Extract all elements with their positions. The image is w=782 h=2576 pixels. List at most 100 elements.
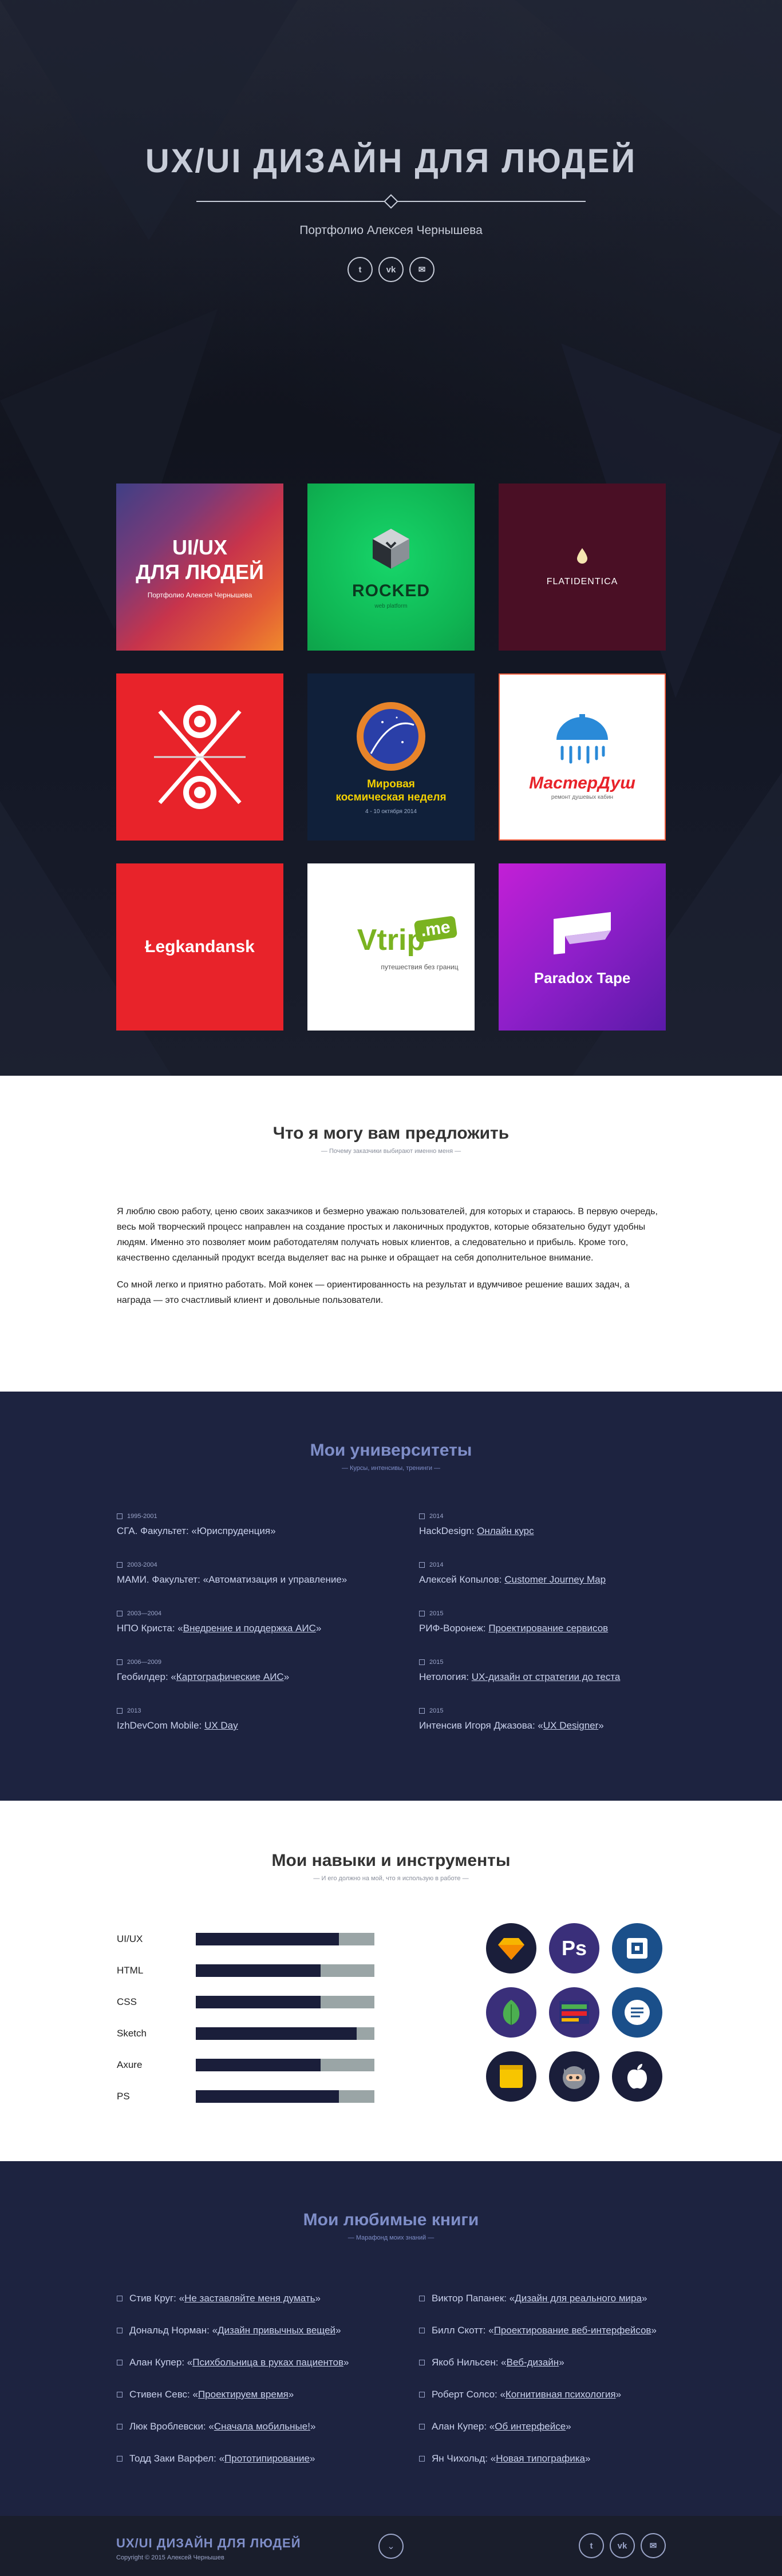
portfolio-item-vtrip[interactable]: Vtrip .me путешествия без границ: [307, 863, 475, 1031]
tile-title: FLATIDENTICA: [546, 577, 618, 586]
portfolio-item-flatidentica[interactable]: FLATIDENTICA: [499, 484, 666, 651]
twitter-icon[interactable]: t: [579, 2533, 604, 2558]
tile-title: Łegkandansk: [145, 937, 255, 956]
education-item: 2006—2009 Геобилдер: «Картографические АИ…: [117, 1659, 363, 1707]
chevron-down-icon[interactable]: ⌄: [378, 2534, 404, 2559]
portfolio-item-legkandansk[interactable]: Łegkandansk: [116, 863, 283, 1031]
balsamiq-icon[interactable]: [549, 1987, 599, 2038]
skill-bar: [195, 2058, 374, 2071]
vk-icon[interactable]: vk: [610, 2533, 635, 2558]
book-item: Виктор Папанек: «Дизайн для реального ми…: [419, 2282, 665, 2315]
book-link[interactable]: Не заставляйте меня думать: [184, 2293, 315, 2304]
book-text: Люк Вроблевски: «Сначала мобильные!»: [129, 2421, 315, 2432]
diamond-icon: [384, 194, 398, 209]
education-date: 2013: [117, 1707, 363, 1714]
skill-row: Axure: [117, 2049, 374, 2080]
mail-icon[interactable]: ✉: [409, 257, 435, 282]
checkbox-icon: [419, 1513, 425, 1519]
footer: UX/UI ДИЗАЙН ДЛЯ ЛЮДЕЙ Copyright © 2015 …: [0, 2516, 782, 2576]
education-text: МАМИ. Факультет: «Автоматизация и управл…: [117, 1574, 363, 1586]
skill-bars: UI/UX HTML CSS Sketch Axure PS: [117, 1923, 374, 2112]
education-date: 2015: [419, 1659, 665, 1666]
book-text: Тодд Заки Варфел: «Прототипирование»: [129, 2453, 315, 2464]
apple-icon[interactable]: [612, 2051, 662, 2102]
portfolio-item-scissors[interactable]: [116, 673, 283, 841]
framer-icon[interactable]: [612, 1923, 662, 1973]
sketch-icon[interactable]: [486, 1923, 536, 1973]
book-author: Билл Скотт: «: [432, 2325, 494, 2336]
education-link[interactable]: UX Designer: [543, 1720, 598, 1731]
education-link[interactable]: UX Day: [204, 1720, 238, 1731]
book-link[interactable]: Об интерфейсе: [495, 2421, 566, 2432]
checkbox-icon: [117, 2360, 123, 2365]
book-link[interactable]: Дизайн для реального мира: [515, 2293, 642, 2304]
book-suffix: »: [335, 2325, 341, 2336]
book-link[interactable]: Проектируем время: [198, 2389, 289, 2400]
education-link[interactable]: Проектирование сервисов: [488, 1623, 608, 1634]
education-item: 2013 IzhDevCom Mobile: UX Day: [117, 1707, 363, 1756]
hero-section: UX/UI ДИЗАЙН ДЛЯ ЛЮДЕЙ Портфолио Алексея…: [0, 0, 782, 1076]
stickies-icon[interactable]: [486, 2051, 536, 2102]
portfolio-item-masterdush[interactable]: МастерДуш ремонт душевых кабин: [499, 673, 666, 841]
book-author: Алан Купер: «: [129, 2357, 193, 2368]
portfolio-item-uiux[interactable]: UI/UX ДЛЯ ЛЮДЕЙ Портфолио Алексея Черныш…: [116, 484, 283, 651]
education-prefix: Интенсив Игоря Джазова: «: [419, 1720, 543, 1731]
book-author: Стивен Севс: «: [129, 2389, 198, 2400]
books-right-column: Виктор Папанек: «Дизайн для реального ми…: [419, 2282, 665, 2475]
mail-icon[interactable]: ✉: [641, 2533, 666, 2558]
date-text: 2015: [429, 1659, 444, 1666]
book-item: Якоб Нильсен: «Веб-дизайн»: [419, 2347, 665, 2379]
tile-title: ROCKED: [351, 581, 430, 600]
notes-icon[interactable]: [612, 1987, 662, 2038]
checkbox-icon: [419, 1562, 425, 1568]
portfolio-item-rocked[interactable]: ROCKED web platform: [307, 484, 475, 651]
education-item: 2015 Нетология: UX-дизайн от стратегии до…: [419, 1659, 665, 1707]
education-date: 2015: [419, 1610, 665, 1617]
offer-paragraph: Со мной легко и приятно работать. Мой ко…: [117, 1280, 630, 1305]
date-text: 2003-2004: [127, 1562, 157, 1568]
education-link[interactable]: Картографические АИС: [176, 1671, 284, 1682]
skill-label: UI/UX: [117, 1933, 143, 1944]
education-link[interactable]: Онлайн курс: [477, 1525, 534, 1536]
education-prefix: МАМИ. Факультет: «Автоматизация и управл…: [117, 1574, 347, 1585]
education-link[interactable]: UX-дизайн от стратегии до теста: [472, 1671, 621, 1682]
leaf-icon[interactable]: [486, 1987, 536, 2038]
education-item: 2015 Интенсив Игоря Джазова: «UX Designer…: [419, 1707, 665, 1756]
book-link[interactable]: Когнитивная психология: [505, 2389, 616, 2400]
book-link[interactable]: Новая типографика: [496, 2453, 585, 2464]
education-date: 2015: [419, 1707, 665, 1714]
education-link[interactable]: Внедрение и поддержка АИС: [183, 1623, 316, 1634]
twitter-icon[interactable]: t: [347, 257, 373, 282]
checkbox-icon: [117, 2424, 123, 2430]
book-author: Дональд Норман: «: [129, 2325, 218, 2336]
skill-row: PS: [117, 2080, 374, 2112]
checkbox-icon: [117, 2392, 123, 2397]
book-suffix: »: [566, 2421, 571, 2432]
checkbox-icon: [117, 1659, 123, 1665]
education-link[interactable]: Customer Journey Map: [504, 1574, 606, 1585]
book-author: Ян Чихольд: «: [432, 2453, 496, 2464]
checkbox-icon: [117, 1708, 123, 1714]
book-suffix: »: [310, 2421, 316, 2432]
education-suffix: »: [315, 1623, 322, 1634]
github-icon[interactable]: [549, 2051, 599, 2102]
skill-bar: [195, 2027, 374, 2040]
education-date: 1995-2001: [117, 1513, 363, 1520]
tile-title: МастерДуш: [529, 773, 635, 792]
portfolio-item-paradox-tape[interactable]: Paradox Tape: [499, 863, 666, 1031]
book-link[interactable]: Проектирование веб-интерфейсов: [494, 2325, 651, 2336]
book-link[interactable]: Дизайн привычных вещей: [218, 2325, 335, 2336]
photoshop-icon[interactable]: Ps: [549, 1923, 599, 1973]
tile-title: Мировая космическая неделя: [335, 778, 447, 803]
portfolio-item-space-week[interactable]: Мировая космическая неделя 4 - 10 октябр…: [307, 673, 475, 841]
offer-section: Что я могу вам предложить — Почему заказ…: [0, 1076, 782, 1392]
book-link[interactable]: Веб-дизайн: [507, 2357, 559, 2368]
book-link[interactable]: Психбольница в руках пациентов: [192, 2357, 343, 2368]
education-prefix: НПО Криста: «: [117, 1623, 183, 1634]
education-prefix: РИФ-Воронеж:: [419, 1623, 489, 1634]
book-link[interactable]: Сначала мобильные!: [214, 2421, 310, 2432]
book-link[interactable]: Прототипирование: [224, 2453, 310, 2464]
education-text: Алексей Копылов: Customer Journey Map: [419, 1574, 665, 1586]
vk-icon[interactable]: vk: [378, 257, 404, 282]
date-text: 1995-2001: [127, 1513, 157, 1520]
